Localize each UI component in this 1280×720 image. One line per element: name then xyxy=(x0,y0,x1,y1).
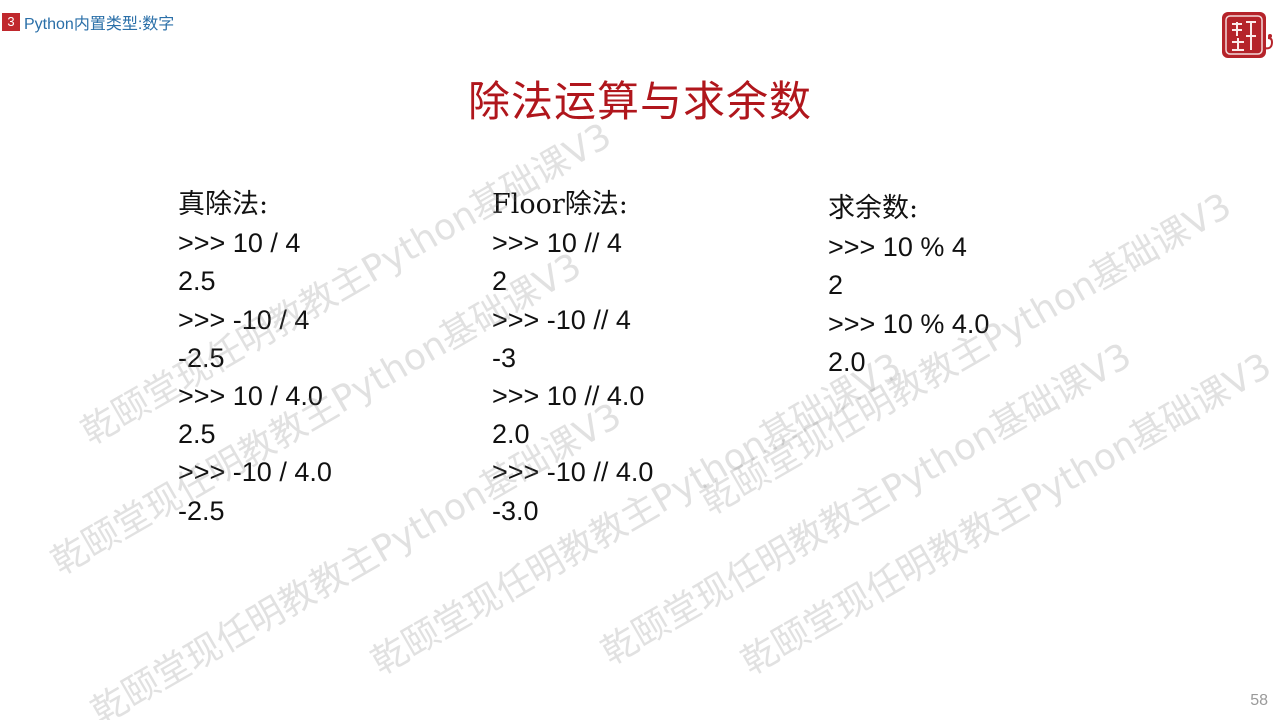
code-line: >>> 10 / 4 xyxy=(178,228,301,259)
true-division-column: 真除法: >>> 10 / 4 2.5 >>> -10 / 4 -2.5 >>>… xyxy=(178,186,332,530)
column-heading: 真除法: xyxy=(178,189,269,220)
column-heading: 求余数: xyxy=(828,193,919,224)
code-line: 2.0 xyxy=(492,419,530,450)
code-line: >>> -10 // 4 xyxy=(492,304,631,335)
code-line: >>> 10 // 4.0 xyxy=(492,380,645,411)
code-line: 2 xyxy=(492,266,508,297)
section-header: 3 Python内置类型:数字 xyxy=(0,10,174,34)
code-line: >>> -10 / 4 xyxy=(178,304,310,335)
code-line: -3 xyxy=(492,342,517,373)
watermark-text: 乾颐堂现任明教教主Python基础课V3 xyxy=(734,345,1279,684)
code-line: 2.0 xyxy=(828,346,866,377)
slide-title: 除法运算与求余数 xyxy=(467,77,812,126)
code-line: -2.5 xyxy=(178,495,225,526)
code-line: 2 xyxy=(828,270,844,301)
code-line: -2.5 xyxy=(178,342,225,373)
page-number: 58 xyxy=(1250,692,1268,709)
code-line: >>> 10 % 4 xyxy=(828,232,967,263)
section-title: Python内置类型:数字 xyxy=(24,16,175,33)
code-line: >>> 10 // 4 xyxy=(492,228,622,259)
code-line: >>> -10 / 4.0 xyxy=(178,457,332,488)
modulo-column: 求余数: >>> 10 % 4 2 >>> 10 % 4.0 2.0 xyxy=(828,190,989,381)
section-number-badge: 3 xyxy=(2,13,20,31)
code-line: >>> 10 / 4.0 xyxy=(178,380,323,411)
floor-division-column: Floor除法: >>> 10 // 4 2 >>> -10 // 4 -3 >… xyxy=(492,186,653,530)
column-heading: Floor除法: xyxy=(492,189,628,220)
code-line: >>> 10 % 4.0 xyxy=(828,308,990,339)
code-line: -3.0 xyxy=(492,495,539,526)
code-line: 2.5 xyxy=(178,266,216,297)
code-line: 2.5 xyxy=(178,419,216,450)
code-line: >>> -10 // 4.0 xyxy=(492,457,654,488)
brand-seal-logo xyxy=(1220,8,1276,64)
